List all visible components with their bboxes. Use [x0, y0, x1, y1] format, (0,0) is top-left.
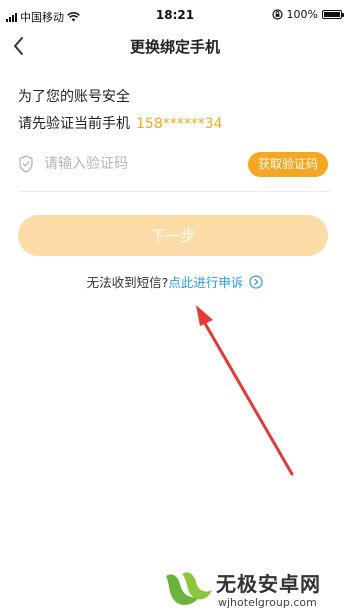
next-step-button[interactable]: 下一步 — [18, 215, 328, 256]
status-bar: 中国移动 18:21 100% — [0, 0, 350, 32]
appeal-link[interactable]: 点此进行申诉 — [168, 272, 243, 291]
intro-line-2: 请先验证当前手机 158******34 — [18, 113, 223, 133]
orientation-lock-icon — [271, 9, 283, 20]
battery-percent: 100% — [286, 8, 318, 21]
intro-line-2-text: 请先验证当前手机 — [18, 116, 130, 132]
appeal-row: 无法收到短信? 点此进行申诉 — [0, 272, 350, 291]
get-code-button[interactable]: 获取验证码 — [247, 152, 328, 177]
battery-icon — [322, 10, 344, 19]
chevron-right-circle-icon[interactable] — [249, 274, 263, 289]
intro-line-1: 为了您的账号安全 — [18, 89, 130, 105]
shield-check-icon — [19, 155, 33, 173]
watermark-url: wjhotelgroup.com — [218, 596, 317, 609]
no-sms-question: 无法收到短信? — [86, 275, 169, 290]
page-title: 更换绑定手机 — [129, 38, 220, 56]
site-watermark: 无极安卓网 wjhotelgroup.com — [160, 566, 350, 616]
watermark-logo-icon — [166, 572, 212, 605]
watermark-title: 无极安卓网 — [216, 572, 321, 596]
verification-code-input[interactable] — [44, 153, 224, 175]
nav-bar: 更换绑定手机 — [0, 32, 350, 60]
masked-phone-number: 158******34 — [136, 116, 223, 132]
status-right: 100% — [271, 8, 344, 21]
verification-code-row: 获取验证码 — [18, 147, 330, 192]
